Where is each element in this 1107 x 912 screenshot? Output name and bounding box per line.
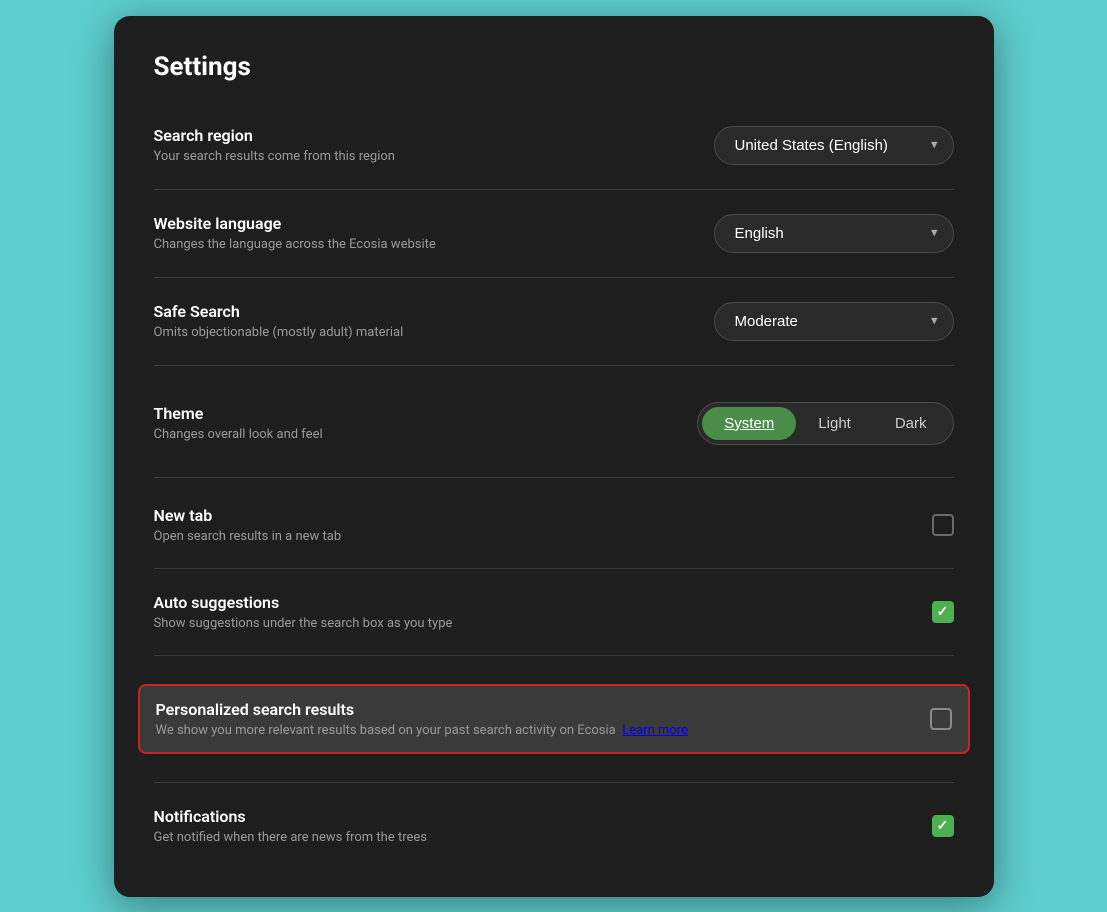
- theme-text: Theme Changes overall look and feel: [154, 404, 323, 442]
- divider-4: [154, 477, 954, 478]
- theme-toggle: System Light Dark: [697, 402, 953, 445]
- personalized-search-desc: We show you more relevant results based …: [156, 723, 688, 738]
- settings-panel: Settings Search region Your search resul…: [114, 16, 994, 897]
- website-language-label: Website language: [154, 214, 436, 233]
- auto-suggestions-desc: Show suggestions under the search box as…: [154, 616, 453, 631]
- notifications-desc: Get notified when there are news from th…: [154, 830, 427, 845]
- theme-row: Theme Changes overall look and feel Syst…: [154, 386, 954, 461]
- safe-search-label: Safe Search: [154, 302, 404, 321]
- search-region-dropdown-wrapper: United States (English) United Kingdom (…: [714, 126, 954, 165]
- auto-suggestions-text: Auto suggestions Show suggestions under …: [154, 593, 453, 631]
- new-tab-label: New tab: [154, 506, 342, 525]
- safe-search-text: Safe Search Omits objectionable (mostly …: [154, 302, 404, 340]
- learn-more-link[interactable]: Learn more: [622, 723, 688, 738]
- auto-suggestions-label: Auto suggestions: [154, 593, 453, 612]
- search-region-desc: Your search results come from this regio…: [154, 149, 395, 164]
- new-tab-checkbox[interactable]: [932, 514, 954, 536]
- website-language-row: Website language Changes the language ac…: [154, 198, 954, 269]
- divider-1: [154, 189, 954, 190]
- safe-search-select[interactable]: Moderate Strict Off: [714, 302, 954, 341]
- website-language-dropdown-wrapper: English German French Spanish ▾: [714, 214, 954, 253]
- divider-5: [154, 568, 954, 569]
- divider-7: [154, 782, 954, 783]
- theme-label: Theme: [154, 404, 323, 423]
- personalized-search-label: Personalized search results: [156, 700, 688, 719]
- website-language-text: Website language Changes the language ac…: [154, 214, 436, 252]
- theme-desc: Changes overall look and feel: [154, 427, 323, 442]
- settings-title: Settings: [154, 52, 954, 82]
- new-tab-text: New tab Open search results in a new tab: [154, 506, 342, 544]
- theme-dark-button[interactable]: Dark: [873, 407, 949, 440]
- theme-system-button[interactable]: System: [702, 407, 796, 440]
- safe-search-dropdown-wrapper: Moderate Strict Off ▾: [714, 302, 954, 341]
- search-region-row: Search region Your search results come f…: [154, 110, 954, 181]
- website-language-desc: Changes the language across the Ecosia w…: [154, 237, 436, 252]
- personalized-search-checkbox[interactable]: [930, 708, 952, 730]
- notifications-row: Notifications Get notified when there ar…: [154, 791, 954, 861]
- safe-search-desc: Omits objectionable (mostly adult) mater…: [154, 325, 404, 340]
- notifications-text: Notifications Get notified when there ar…: [154, 807, 427, 845]
- search-region-label: Search region: [154, 126, 395, 145]
- personalized-search-row: Personalized search results We show you …: [154, 664, 954, 774]
- new-tab-row: New tab Open search results in a new tab: [154, 490, 954, 560]
- auto-suggestions-row: Auto suggestions Show suggestions under …: [154, 577, 954, 647]
- new-tab-desc: Open search results in a new tab: [154, 529, 342, 544]
- search-region-text: Search region Your search results come f…: [154, 126, 395, 164]
- safe-search-row: Safe Search Omits objectionable (mostly …: [154, 286, 954, 357]
- divider-2: [154, 277, 954, 278]
- divider-6: [154, 655, 954, 656]
- divider-3: [154, 365, 954, 366]
- notifications-checkbox[interactable]: [932, 815, 954, 837]
- website-language-select[interactable]: English German French Spanish: [714, 214, 954, 253]
- auto-suggestions-checkbox[interactable]: [932, 601, 954, 623]
- search-region-select[interactable]: United States (English) United Kingdom (…: [714, 126, 954, 165]
- personalized-search-highlight-box: Personalized search results We show you …: [138, 684, 970, 754]
- theme-light-button[interactable]: Light: [796, 407, 873, 440]
- personalized-search-text: Personalized search results We show you …: [156, 700, 688, 738]
- notifications-label: Notifications: [154, 807, 427, 826]
